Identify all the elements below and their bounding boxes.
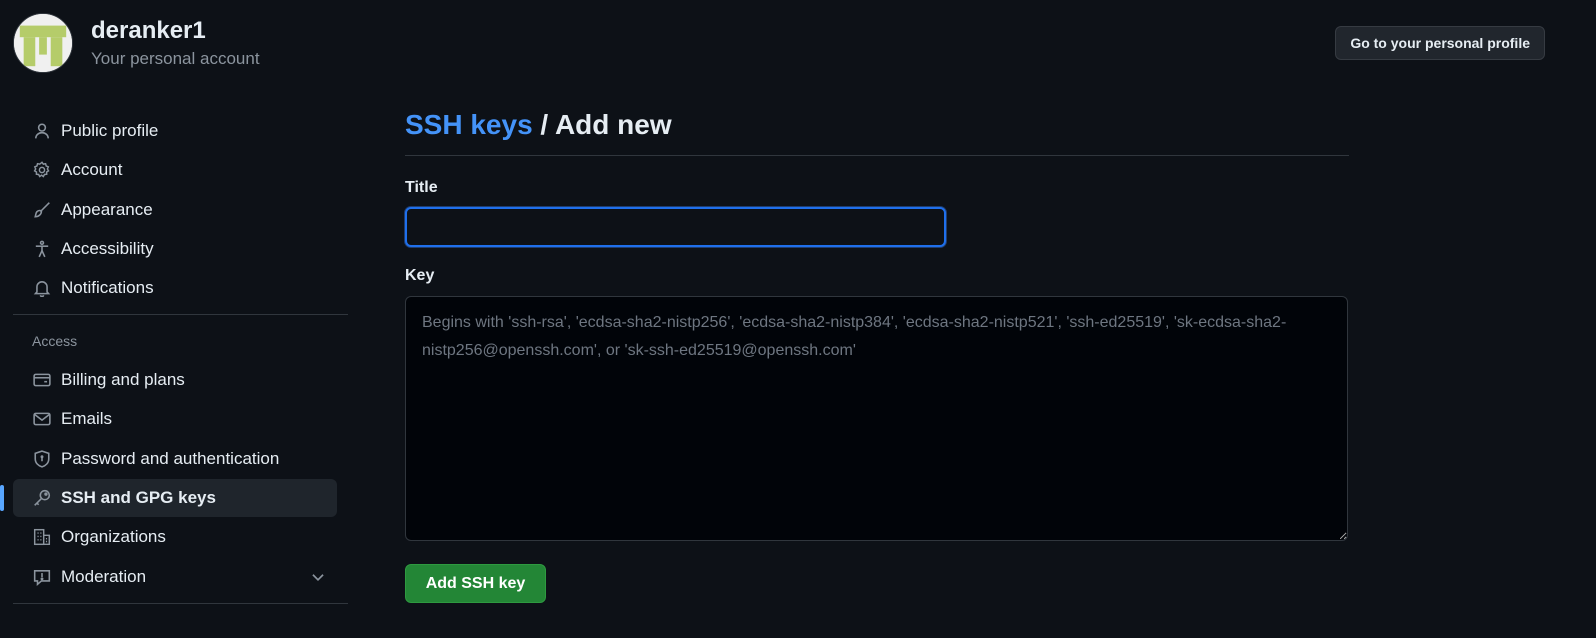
sidebar-item-label: Organizations bbox=[61, 527, 166, 547]
add-ssh-key-form: SSH keys / Add new Title Key Add SSH key bbox=[405, 107, 1349, 603]
identicon-icon bbox=[14, 14, 72, 72]
organization-icon bbox=[33, 528, 51, 546]
sidebar-item-ssh-gpg-keys[interactable]: SSH and GPG keys bbox=[0, 479, 337, 518]
accessibility-icon bbox=[33, 240, 51, 258]
sidebar-item-label: Billing and plans bbox=[61, 370, 185, 390]
page-title: SSH keys / Add new bbox=[405, 107, 1349, 156]
sidebar-item-emails[interactable]: Emails bbox=[13, 400, 337, 438]
settings-sidebar: Public profile Account Appearance Access… bbox=[0, 112, 348, 604]
add-ssh-key-button[interactable]: Add SSH key bbox=[405, 564, 546, 603]
sidebar-item-password-auth[interactable]: Password and authentication bbox=[13, 440, 337, 478]
sidebar-item-organizations[interactable]: Organizations bbox=[13, 518, 337, 556]
sidebar-section-access: Access bbox=[32, 333, 78, 350]
sidebar-item-public-profile[interactable]: Public profile bbox=[13, 112, 337, 150]
account-subtitle: Your personal account bbox=[91, 49, 260, 68]
sidebar-divider bbox=[13, 314, 348, 316]
breadcrumb-current: Add new bbox=[554, 109, 672, 140]
report-icon bbox=[33, 568, 51, 586]
sidebar-item-appearance[interactable]: Appearance bbox=[13, 191, 337, 229]
breadcrumb-separator: / bbox=[532, 109, 555, 140]
shield-lock-icon bbox=[33, 450, 51, 468]
sidebar-item-label: Appearance bbox=[61, 199, 153, 219]
gear-icon bbox=[33, 161, 51, 179]
chevron-down-icon[interactable] bbox=[309, 568, 327, 586]
settings-page: deranker1 Your personal account Go to yo… bbox=[0, 0, 1596, 638]
account-header: deranker1 Your personal account bbox=[13, 13, 260, 73]
paintbrush-icon bbox=[33, 201, 51, 219]
bell-icon bbox=[33, 279, 51, 298]
credit-card-icon bbox=[33, 371, 51, 389]
key-label: Key bbox=[405, 267, 435, 284]
key-icon bbox=[33, 489, 51, 507]
key-textarea[interactable] bbox=[405, 296, 1348, 541]
sidebar-divider bbox=[13, 602, 348, 604]
account-info: deranker1 Your personal account bbox=[91, 16, 260, 70]
sidebar-item-notifications[interactable]: Notifications bbox=[13, 269, 337, 307]
username[interactable]: deranker1 bbox=[91, 16, 260, 46]
sidebar-item-billing[interactable]: Billing and plans bbox=[13, 361, 337, 399]
title-label: Title bbox=[405, 179, 438, 196]
sidebar-item-label: Password and authentication bbox=[61, 448, 280, 468]
person-icon bbox=[33, 122, 51, 140]
sidebar-item-label: Public profile bbox=[61, 121, 159, 140]
sidebar-item-label: Notifications bbox=[61, 278, 154, 298]
sidebar-item-moderation[interactable]: Moderation bbox=[13, 558, 337, 596]
sidebar-item-label: Emails bbox=[61, 409, 113, 429]
sidebar-item-label: Moderation bbox=[61, 566, 147, 586]
sidebar-item-accessibility[interactable]: Accessibility bbox=[13, 230, 337, 268]
sidebar-item-label: Account bbox=[61, 160, 123, 180]
sidebar-item-label: Accessibility bbox=[61, 238, 154, 258]
go-to-profile-button[interactable]: Go to your personal profile bbox=[1335, 26, 1545, 60]
title-input[interactable] bbox=[405, 207, 946, 247]
avatar[interactable] bbox=[13, 13, 73, 73]
sidebar-item-account[interactable]: Account bbox=[13, 151, 337, 189]
breadcrumb-ssh-keys-link[interactable]: SSH keys bbox=[405, 109, 533, 140]
mail-icon bbox=[33, 410, 51, 428]
sidebar-item-label: SSH and GPG keys bbox=[61, 488, 216, 508]
